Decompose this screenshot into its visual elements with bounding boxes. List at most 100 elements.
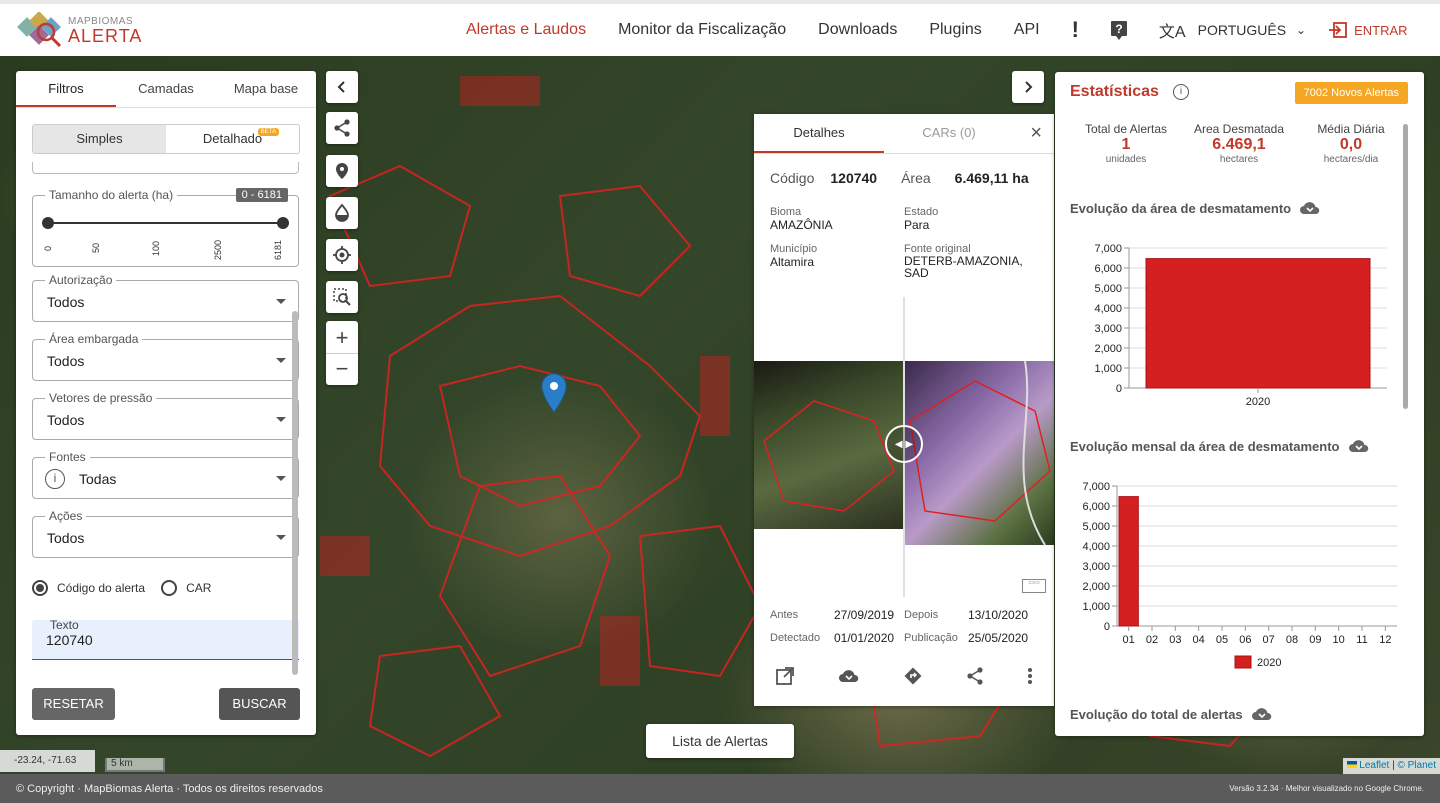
alert-list-button[interactable]: Lista de Alertas: [646, 724, 794, 758]
leaflet-link[interactable]: Leaflet: [1359, 760, 1389, 771]
acoes-value: Todos: [47, 530, 85, 546]
more-vertical-icon[interactable]: [1027, 667, 1033, 685]
estado-label: Estado: [904, 206, 939, 218]
tab-mapa-base[interactable]: Mapa base: [216, 71, 316, 107]
slider-handle-max[interactable]: [277, 217, 289, 229]
mode-simples[interactable]: Simples: [33, 125, 166, 153]
planet-link[interactable]: © Planet: [1397, 760, 1436, 771]
autorizacao-value: Todos: [47, 294, 85, 310]
stat-total-unit: unidades: [1105, 154, 1147, 165]
cloud-download-icon[interactable]: [1299, 200, 1321, 216]
detail-actions: [754, 666, 1054, 686]
acoes-select[interactable]: Ações Todos: [32, 509, 299, 558]
chart-area-yearly: 0 1,000 2,000 3,000 4,000 5,000 6,000 7,000 2020: [1094, 243, 1387, 408]
codigo-label: Código: [770, 170, 815, 186]
caret-down-icon: [276, 535, 286, 540]
tab-cars[interactable]: CARs (0): [884, 114, 1014, 153]
y-tick-label: 0: [1104, 621, 1110, 633]
map-marker-icon[interactable]: [541, 373, 567, 413]
nav-monitor[interactable]: Monitor da Fiscalização: [618, 21, 786, 39]
cloud-download-icon[interactable]: [1348, 438, 1370, 454]
nav-downloads[interactable]: Downloads: [818, 21, 897, 39]
top-header: MAPBIOMAS ALERTA Alertas e Laudos Monito…: [0, 0, 1440, 56]
language-label: PORTUGUÊS: [1197, 22, 1287, 38]
radio-group: Código do alerta CAR: [32, 580, 211, 596]
scale-mini-icon: ▭▭: [1022, 579, 1046, 593]
radio-car[interactable]: [161, 580, 178, 596]
cloud-download-icon[interactable]: [838, 667, 860, 685]
language-select[interactable]: PORTUGUÊS ⌄: [1198, 22, 1307, 38]
share-button[interactable]: [326, 112, 358, 144]
caret-down-icon: [276, 476, 286, 481]
mode-detalhado-label: Detalhado: [202, 131, 263, 146]
mode-detalhado[interactable]: Detalhado BETA: [166, 125, 299, 153]
login-icon: [1329, 22, 1348, 38]
crosshair-icon: [333, 246, 351, 264]
size-label: Tamanho do alerta (ha): [45, 188, 178, 202]
zoom-selection-button[interactable]: [326, 281, 358, 313]
exclamation-icon[interactable]: !: [1072, 17, 1079, 43]
search-button[interactable]: BUSCAR: [219, 688, 300, 720]
new-alerts-badge[interactable]: 7002 Novos Alertas: [1294, 82, 1408, 104]
panel-scrollbar[interactable]: [292, 311, 298, 675]
zoom-in-icon[interactable]: +: [326, 323, 358, 354]
directions-icon[interactable]: [903, 666, 923, 686]
share-icon[interactable]: [966, 667, 984, 685]
y-tick-label: 5,000: [1094, 283, 1122, 295]
tab-detalhes[interactable]: Detalhes: [754, 114, 884, 153]
autorizacao-select[interactable]: Autorização Todos: [32, 273, 299, 322]
image-compare[interactable]: ◀ ▶ ▭▭: [754, 297, 1054, 597]
zoom-area-icon: [333, 288, 351, 306]
reset-button[interactable]: RESETAR: [32, 688, 115, 720]
nav-alertas[interactable]: Alertas e Laudos: [466, 21, 586, 39]
help-icon[interactable]: ?: [1109, 19, 1129, 41]
page-footer: © Copyright · MapBiomas Alerta · Todos o…: [0, 774, 1440, 803]
size-range-badge: 0 - 6181: [235, 188, 288, 202]
collapse-stats-button[interactable]: [1012, 71, 1044, 103]
embargada-select[interactable]: Área embargada Todos: [32, 332, 299, 381]
drop-button[interactable]: [326, 197, 358, 229]
depois-label: Depois: [904, 609, 939, 621]
x-tick-label: 12: [1379, 634, 1391, 646]
location-pin-button[interactable]: [326, 155, 358, 187]
publicacao-label: Publicação: [904, 632, 958, 644]
close-icon[interactable]: ×: [1030, 122, 1042, 145]
collapse-panel-button[interactable]: [326, 71, 358, 103]
zoom-out-icon[interactable]: −: [336, 354, 349, 384]
codigo-value: 120740: [830, 170, 878, 186]
compare-handle[interactable]: ◀ ▶: [885, 425, 923, 463]
version-text: Versão 3.2.34 · Melhor visualizado no Go…: [1229, 784, 1424, 793]
slider-handle-min[interactable]: [42, 217, 54, 229]
tab-filtros[interactable]: Filtros: [16, 71, 116, 107]
cloud-download-icon[interactable]: [1251, 706, 1273, 722]
locate-me-button[interactable]: [326, 239, 358, 271]
mapbiomas-logo[interactable]: MAPBIOMAS ALERTA: [16, 12, 142, 50]
caret-down-icon: [276, 299, 286, 304]
radio-codigo[interactable]: [32, 580, 48, 596]
y-tick-label: 3,000: [1094, 323, 1122, 335]
vetores-select[interactable]: Vetores de pressão Todos: [32, 391, 299, 440]
nav-api[interactable]: API: [1014, 21, 1040, 39]
text-field-label: Texto: [50, 618, 79, 632]
tab-camadas[interactable]: Camadas: [116, 71, 216, 107]
chart-area-monthly: 0 1,000 2,000 3,000 4,000 5,000 6,000 7,000 01 02…: [1082, 481, 1397, 669]
compare-arrows-icon: ◀ ▶: [894, 438, 914, 450]
nav-plugins[interactable]: Plugins: [929, 21, 981, 39]
size-slider-group: Tamanho do alerta (ha) 0 - 6181 0 50 100…: [32, 188, 299, 267]
bar: [1145, 258, 1371, 389]
fontes-select[interactable]: Fontes i Todas: [32, 450, 299, 499]
text-field[interactable]: Texto 120740: [32, 618, 299, 660]
info-icon[interactable]: i: [1172, 84, 1189, 100]
caret-down-icon: [276, 417, 286, 422]
map-attribution: Leaflet | © Planet: [1342, 758, 1440, 774]
slider-track[interactable]: [47, 222, 284, 224]
bioma-label: Bioma: [770, 206, 802, 218]
stat-media-value: 0,0: [1339, 136, 1363, 153]
login-button[interactable]: ENTRAR: [1328, 22, 1408, 38]
open-external-icon[interactable]: [775, 666, 795, 686]
stats-scrollbar[interactable]: [1403, 124, 1408, 409]
after-image: [905, 360, 1054, 546]
stats-title: Estatísticas: [1070, 83, 1159, 100]
info-icon[interactable]: i: [45, 469, 65, 489]
translate-icon[interactable]: 文A: [1159, 18, 1186, 42]
